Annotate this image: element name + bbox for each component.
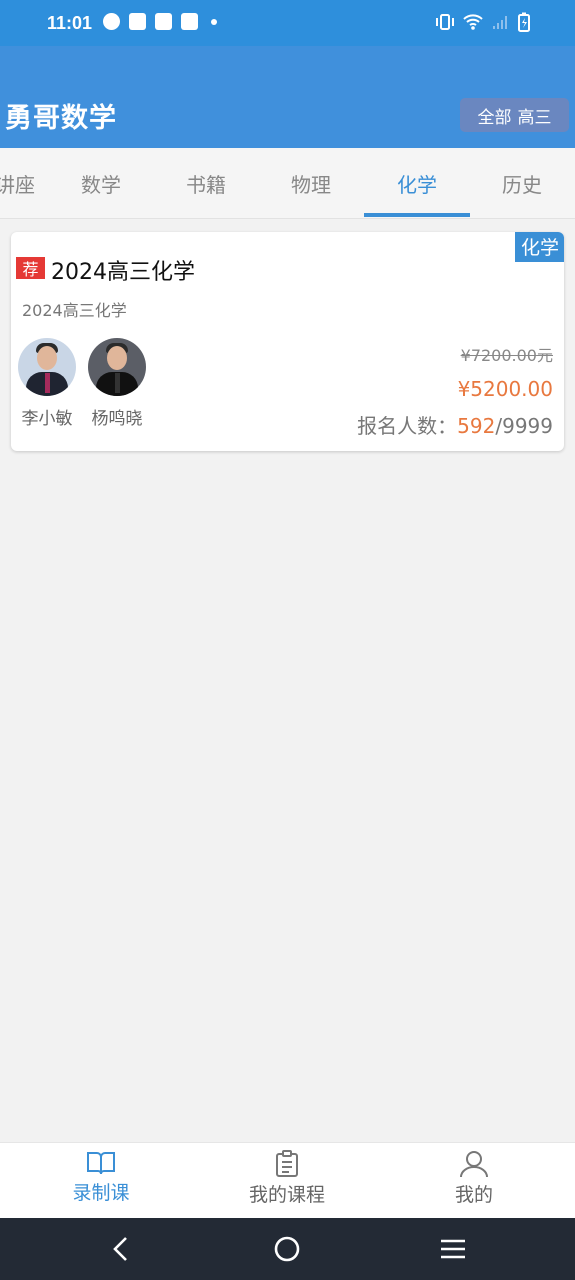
nav-label: 我的 <box>454 1184 493 1206</box>
shopping-bag-icon <box>155 13 172 30</box>
nav-my-courses[interactable]: 我的课程 <box>191 1143 383 1219</box>
wifi-icon <box>463 14 483 30</box>
back-icon[interactable] <box>104 1232 138 1266</box>
signal-icon <box>493 16 507 29</box>
enroll-capacity: /9999 <box>495 414 553 438</box>
home-icon[interactable] <box>270 1232 304 1266</box>
shopping-bag-icon <box>129 13 146 30</box>
dot-icon <box>211 18 217 25</box>
tab-history[interactable]: 历史 <box>469 148 575 218</box>
avatar <box>18 338 76 396</box>
teacher-name: 杨鸣晓 <box>91 409 143 429</box>
tab-chemistry[interactable]: 化学 <box>364 148 470 218</box>
app-title: 勇哥数学 <box>5 103 117 134</box>
tab-math[interactable]: 数学 <box>48 148 154 218</box>
vibrate-icon <box>436 14 454 30</box>
filter-all-label: 全部 <box>477 107 512 128</box>
enroll-label: 报名人数： <box>357 414 458 438</box>
shopping-bag-icon <box>181 13 198 30</box>
teacher-item: 李小敏 <box>17 338 77 429</box>
active-tab-indicator <box>364 213 470 217</box>
subject-tag: 化学 <box>514 232 564 262</box>
tab-physics[interactable]: 物理 <box>258 148 364 218</box>
open-book-icon <box>87 1152 115 1175</box>
course-subtitle: 2024高三化学 <box>22 301 127 320</box>
battery-charging-icon <box>518 12 530 32</box>
status-notification-icons <box>103 13 217 30</box>
nav-label: 我的课程 <box>248 1184 325 1206</box>
bottom-navigation: 录制课 我的课程 我的 <box>0 1142 575 1218</box>
subject-tabs: 讲座 数学 书籍 物理 化学 历史 <box>0 148 575 219</box>
nav-label: 录制课 <box>72 1182 130 1204</box>
enrollment-count: 报名人数：592/9999 <box>357 410 553 439</box>
avatar <box>88 338 146 396</box>
speedometer-icon <box>103 13 120 30</box>
user-icon <box>460 1151 488 1178</box>
current-price: ¥5200.00 <box>457 377 553 401</box>
course-title: 2024高三化学 <box>51 260 195 285</box>
course-card[interactable]: 化学 荐 2024高三化学 2024高三化学 李小敏 杨鸣晓 ¥7200.00元… <box>11 232 564 451</box>
status-time: 11:01 <box>47 13 93 33</box>
enroll-current: 592 <box>457 414 496 438</box>
app-header: 勇哥数学 全部 高三 <box>0 46 575 148</box>
status-system-icons <box>435 12 531 32</box>
status-bar: 11:01 <box>0 0 575 46</box>
grade-filter-button[interactable]: 全部 高三 <box>460 98 569 132</box>
original-price: ¥7200.00元 <box>460 346 553 365</box>
system-navigation-bar <box>0 1218 575 1280</box>
filter-grade-label: 高三 <box>517 107 552 128</box>
nav-profile[interactable]: 我的 <box>378 1143 570 1219</box>
tab-books[interactable]: 书籍 <box>153 148 259 218</box>
clipboard-icon <box>276 1150 298 1177</box>
recommended-badge: 荐 <box>16 257 45 279</box>
nav-recorded-courses[interactable]: 录制课 <box>5 1143 197 1219</box>
menu-icon[interactable] <box>436 1232 470 1266</box>
teacher-item: 杨鸣晓 <box>87 338 147 429</box>
teacher-name: 李小敏 <box>21 409 73 429</box>
